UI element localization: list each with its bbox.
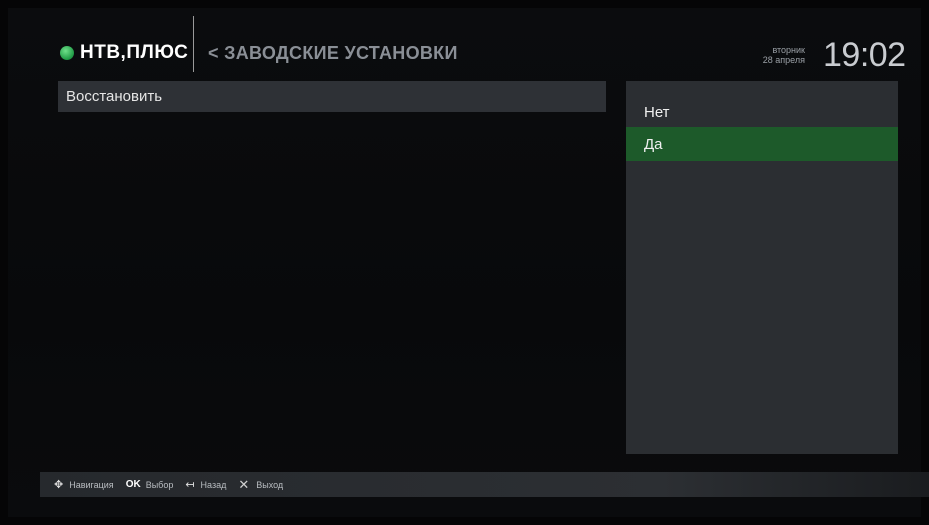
- choice-no[interactable]: Нет: [626, 95, 898, 129]
- breadcrumb-back[interactable]: < ЗАВОДСКИЕ УСТАНОВКИ: [208, 43, 458, 64]
- hint-back-label: Назад: [200, 479, 227, 490]
- settings-item-label: Восстановить: [66, 88, 163, 105]
- settings-item-restore[interactable]: Восстановить: [58, 81, 606, 112]
- choice-yes[interactable]: Да: [626, 127, 898, 161]
- ok-key-icon: OK: [125, 479, 141, 490]
- date-block: вторник 28 апреля: [763, 45, 805, 65]
- tv-screen: НТВ,ПЛЮС < ЗАВОДСКИЕ УСТАНОВКИ вторник 2…: [8, 8, 921, 517]
- hint-navigation: ✥ Навигация: [54, 478, 114, 491]
- header-divider: [193, 16, 194, 72]
- dpad-icon: ✥: [54, 479, 64, 491]
- hint-exit: ✕ Выход: [238, 477, 283, 493]
- day-of-week: вторник: [772, 45, 805, 55]
- choice-label: Нет: [644, 104, 670, 121]
- choice-panel: Нет Да: [626, 81, 898, 454]
- hint-navigation-label: Навигация: [69, 479, 114, 490]
- hint-ok-label: Выбор: [145, 479, 174, 490]
- back-arrow-icon: ↤: [185, 479, 195, 491]
- brand-logo-text: НТВ,ПЛЮС: [80, 42, 189, 63]
- hint-ok: OK Выбор: [126, 479, 174, 490]
- ntv-plus-logo-icon: [60, 46, 74, 60]
- hint-back: ↤ Назад: [185, 478, 226, 491]
- hint-exit-label: Выход: [256, 479, 284, 490]
- clock: 19:02: [823, 36, 906, 74]
- choice-label: Да: [644, 136, 663, 153]
- help-bar: ✥ Навигация OK Выбор ↤ Назад ✕ Выход: [40, 472, 929, 497]
- date-label: 28 апреля: [762, 55, 805, 65]
- close-icon: ✕: [238, 476, 250, 492]
